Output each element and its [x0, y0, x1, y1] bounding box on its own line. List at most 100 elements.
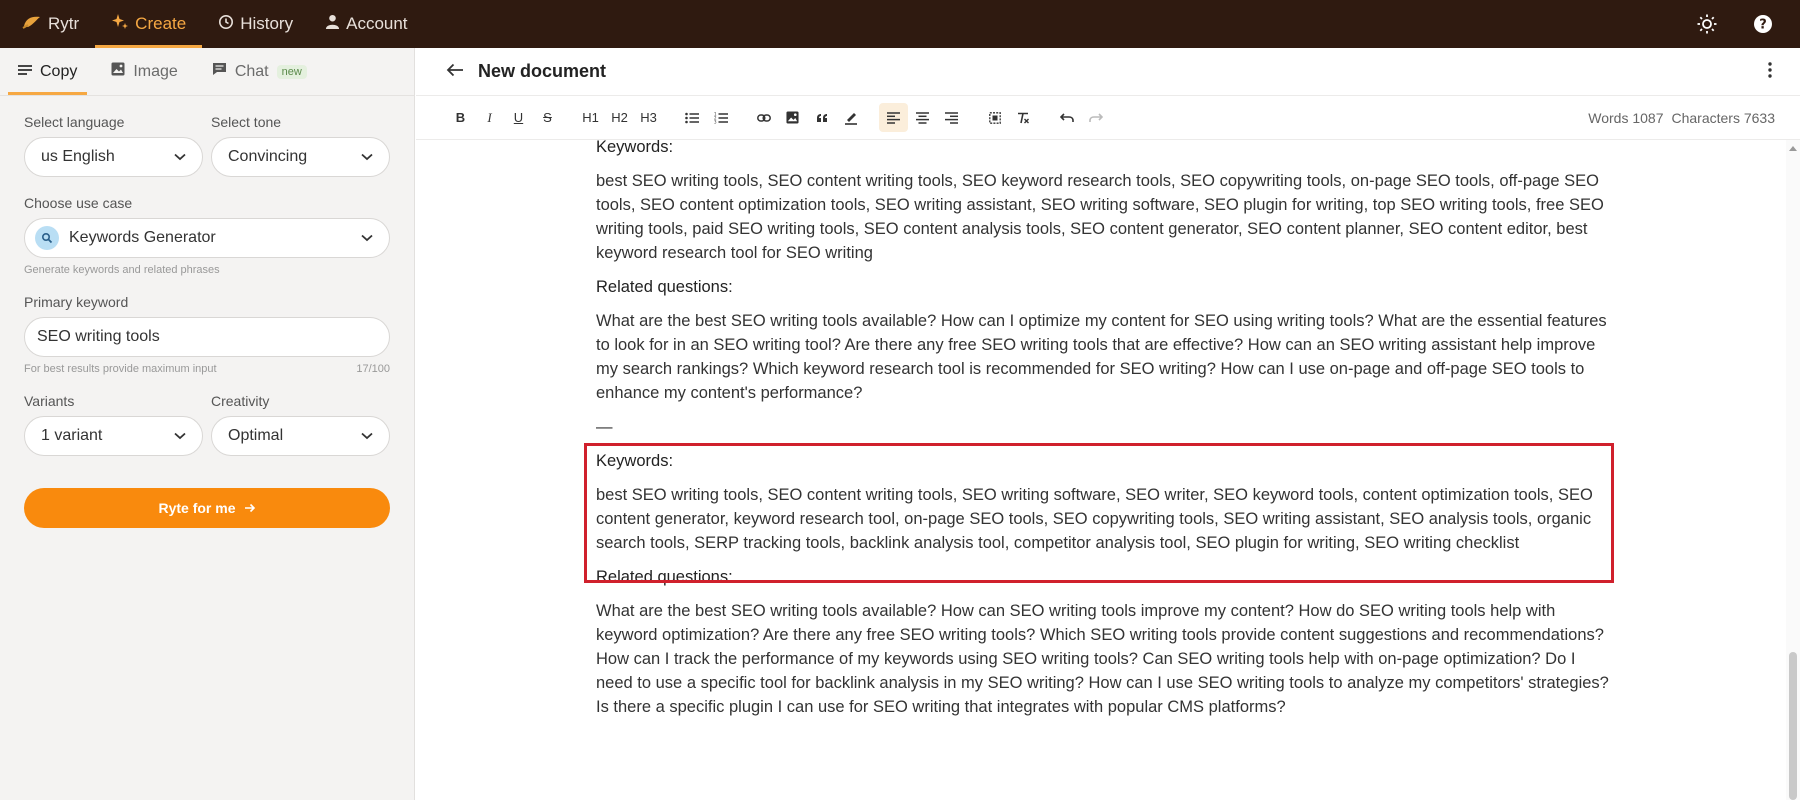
creativity-value: Optimal: [228, 427, 284, 444]
nav-create[interactable]: Create: [95, 0, 203, 48]
variants-label: Variants: [24, 393, 75, 409]
language-value: us English: [41, 148, 115, 165]
ryte-for-me-button[interactable]: Ryte for me: [24, 488, 390, 528]
nav-account[interactable]: Account: [309, 0, 423, 48]
chevron-down-icon: [361, 427, 373, 445]
nav-history[interactable]: History: [202, 0, 309, 48]
document-editor: New document B I U S H1 H2 H3 123 Words …: [416, 48, 1800, 800]
document-header: New document: [416, 48, 1800, 96]
related-questions-paragraph: What are the best SEO writing tools avai…: [596, 312, 1607, 402]
bold-button[interactable]: B: [446, 103, 475, 132]
select-all-icon[interactable]: [980, 103, 1009, 132]
tab-chat[interactable]: Chat new: [202, 48, 317, 95]
underline-button[interactable]: U: [504, 103, 533, 132]
heading2-button[interactable]: H2: [605, 103, 634, 132]
history-icon: [218, 14, 234, 35]
chevron-down-icon: [361, 229, 373, 247]
link-icon[interactable]: [749, 103, 778, 132]
ryte-button-label: Ryte for me: [158, 500, 236, 516]
usecase-value: Keywords Generator: [69, 229, 216, 246]
undo-icon[interactable]: [1052, 103, 1081, 132]
generation-form: Select language us English Select tone C…: [0, 96, 414, 528]
heading1-button[interactable]: H1: [576, 103, 605, 132]
top-navigation-bar: Rytr Create History Account ?: [0, 0, 1800, 48]
sparkle-icon: [111, 13, 129, 36]
scroll-up-arrow-icon[interactable]: [1789, 146, 1797, 151]
related-questions-heading: Related questions:: [596, 568, 733, 586]
align-left-icon[interactable]: [879, 103, 908, 132]
language-select[interactable]: us English: [24, 137, 203, 177]
align-center-icon[interactable]: [908, 103, 937, 132]
clear-format-icon[interactable]: [1009, 103, 1038, 132]
editor-scrollbar[interactable]: [1786, 140, 1800, 800]
keyword-label: Primary keyword: [24, 294, 129, 310]
creativity-select[interactable]: Optimal: [211, 416, 390, 456]
usecase-hint: Generate keywords and related phrases: [24, 264, 220, 276]
related-questions-paragraph: What are the best SEO writing tools avai…: [596, 602, 1609, 716]
numbered-list-icon[interactable]: 123: [706, 103, 735, 132]
image-icon: [111, 62, 125, 81]
left-panel: Copy Image Chat new Select language us E…: [0, 48, 415, 800]
related-questions-heading: Related questions:: [596, 278, 733, 296]
nav-create-label: Create: [135, 14, 187, 33]
align-right-icon[interactable]: [937, 103, 966, 132]
left-panel-tabs: Copy Image Chat new: [0, 48, 414, 96]
insert-image-icon[interactable]: [778, 103, 807, 132]
keywords-paragraph: best SEO writing tools, SEO content writ…: [596, 172, 1604, 262]
keyword-value: SEO writing tools: [37, 328, 160, 345]
scrollbar-thumb[interactable]: [1789, 652, 1797, 800]
svg-text:?: ?: [1759, 18, 1767, 33]
redo-icon[interactable]: [1081, 103, 1110, 132]
document-content[interactable]: Keywords: best SEO writing tools, SEO co…: [596, 140, 1616, 800]
variants-select[interactable]: 1 variant: [24, 416, 203, 456]
rytr-logo-text: Rytr: [48, 14, 80, 33]
chevron-down-icon: [361, 148, 373, 166]
magnifier-icon: [35, 226, 59, 250]
word-count: Words 1087: [1588, 109, 1664, 126]
tab-copy-label: Copy: [40, 62, 78, 80]
primary-keyword-input[interactable]: SEO writing tools: [24, 317, 390, 357]
heading3-button[interactable]: H3: [634, 103, 663, 132]
formatting-toolbar: B I U S H1 H2 H3 123 Words 1087 Characte…: [416, 96, 1800, 140]
tab-image-label: Image: [133, 62, 178, 80]
user-icon: [325, 14, 340, 34]
italic-button[interactable]: I: [475, 103, 504, 132]
tab-chat-label: Chat: [234, 62, 269, 80]
usecase-label: Choose use case: [24, 195, 133, 211]
rytr-logo[interactable]: Rytr: [0, 0, 95, 48]
tab-image[interactable]: Image: [101, 48, 187, 95]
rytr-logo-icon: [22, 14, 42, 35]
quote-icon[interactable]: [807, 103, 836, 132]
tone-value: Convincing: [228, 148, 308, 165]
nav-account-label: Account: [346, 14, 408, 33]
keywords-paragraph: best SEO writing tools, SEO content writ…: [596, 486, 1593, 552]
document-title[interactable]: New document: [478, 61, 606, 82]
character-count: Characters 7633: [1671, 109, 1775, 126]
bullet-list-icon[interactable]: [677, 103, 706, 132]
document-stats: Words 1087 Characters 7633: [1588, 110, 1775, 126]
keywords-heading: Keywords:: [596, 452, 674, 470]
back-arrow-icon[interactable]: [446, 63, 464, 81]
svg-text:3: 3: [714, 119, 717, 124]
keyword-char-count: 17/100: [356, 363, 390, 375]
usecase-select[interactable]: Keywords Generator: [24, 218, 390, 258]
language-label: Select language: [24, 114, 125, 130]
variants-value: 1 variant: [41, 427, 103, 444]
tone-select[interactable]: Convincing: [211, 137, 390, 177]
keyword-hint: For best results provide maximum input: [24, 363, 217, 375]
section-divider: —: [596, 418, 613, 436]
new-badge: new: [276, 64, 307, 79]
creativity-label: Creativity: [211, 393, 270, 409]
highlight-pen-icon[interactable]: [836, 103, 865, 132]
strikethrough-button[interactable]: S: [533, 103, 562, 132]
lines-icon: [18, 63, 32, 81]
help-icon[interactable]: ?: [1752, 13, 1774, 35]
more-options-icon[interactable]: [1768, 61, 1772, 82]
tab-copy[interactable]: Copy: [8, 48, 88, 95]
tone-label: Select tone: [211, 114, 282, 130]
nav-history-label: History: [240, 14, 294, 33]
keywords-heading: Keywords:: [596, 140, 674, 156]
topbar-actions: ?: [1696, 0, 1800, 48]
theme-toggle-sun-icon[interactable]: [1696, 13, 1718, 35]
chat-icon: [212, 62, 227, 81]
